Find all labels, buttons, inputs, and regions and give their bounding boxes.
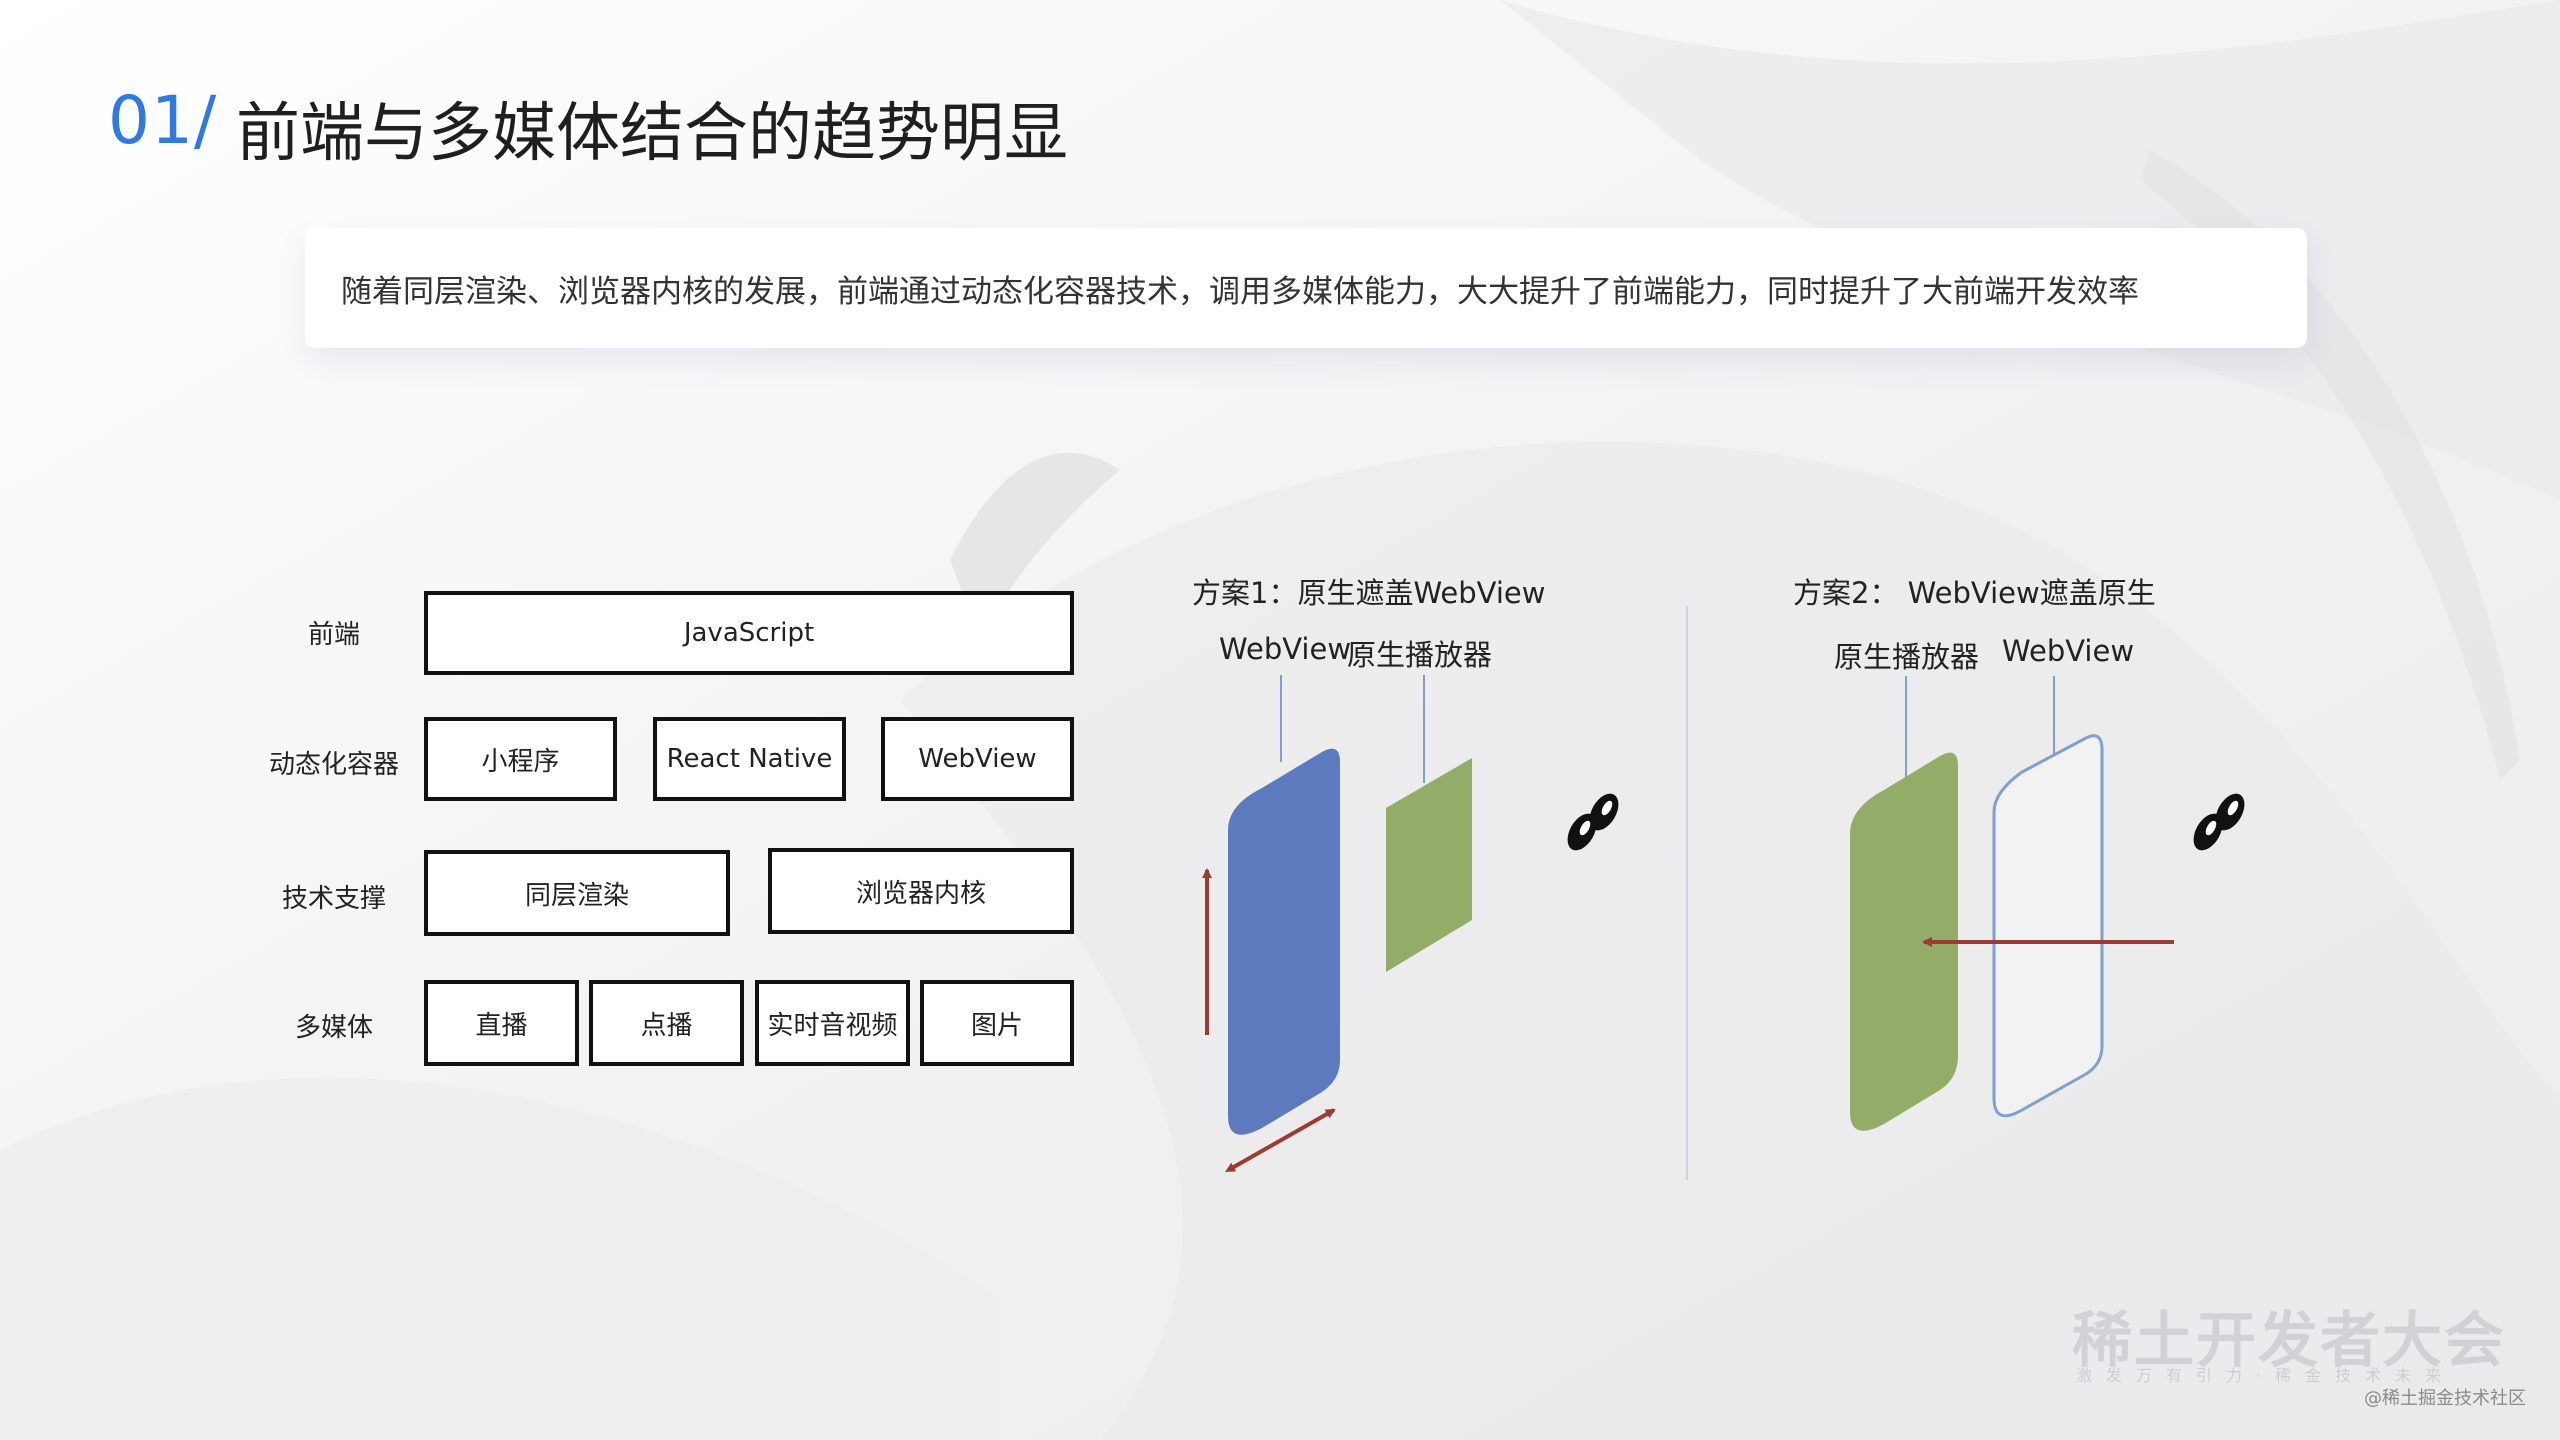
plan1-webview-layer	[1228, 748, 1340, 1135]
eye-icon	[2193, 793, 2245, 851]
watermark: @稀土掘金技术社区	[2364, 1388, 2526, 1409]
plan1-native-layer	[1386, 758, 1472, 972]
eye-icon	[1567, 793, 1619, 851]
layer-illustrations	[1202, 675, 2245, 1172]
plan2-webview-layer	[1992, 734, 2104, 1118]
conference-slogan: 激发万有引力·稀金技术未来	[2076, 1366, 2456, 1385]
